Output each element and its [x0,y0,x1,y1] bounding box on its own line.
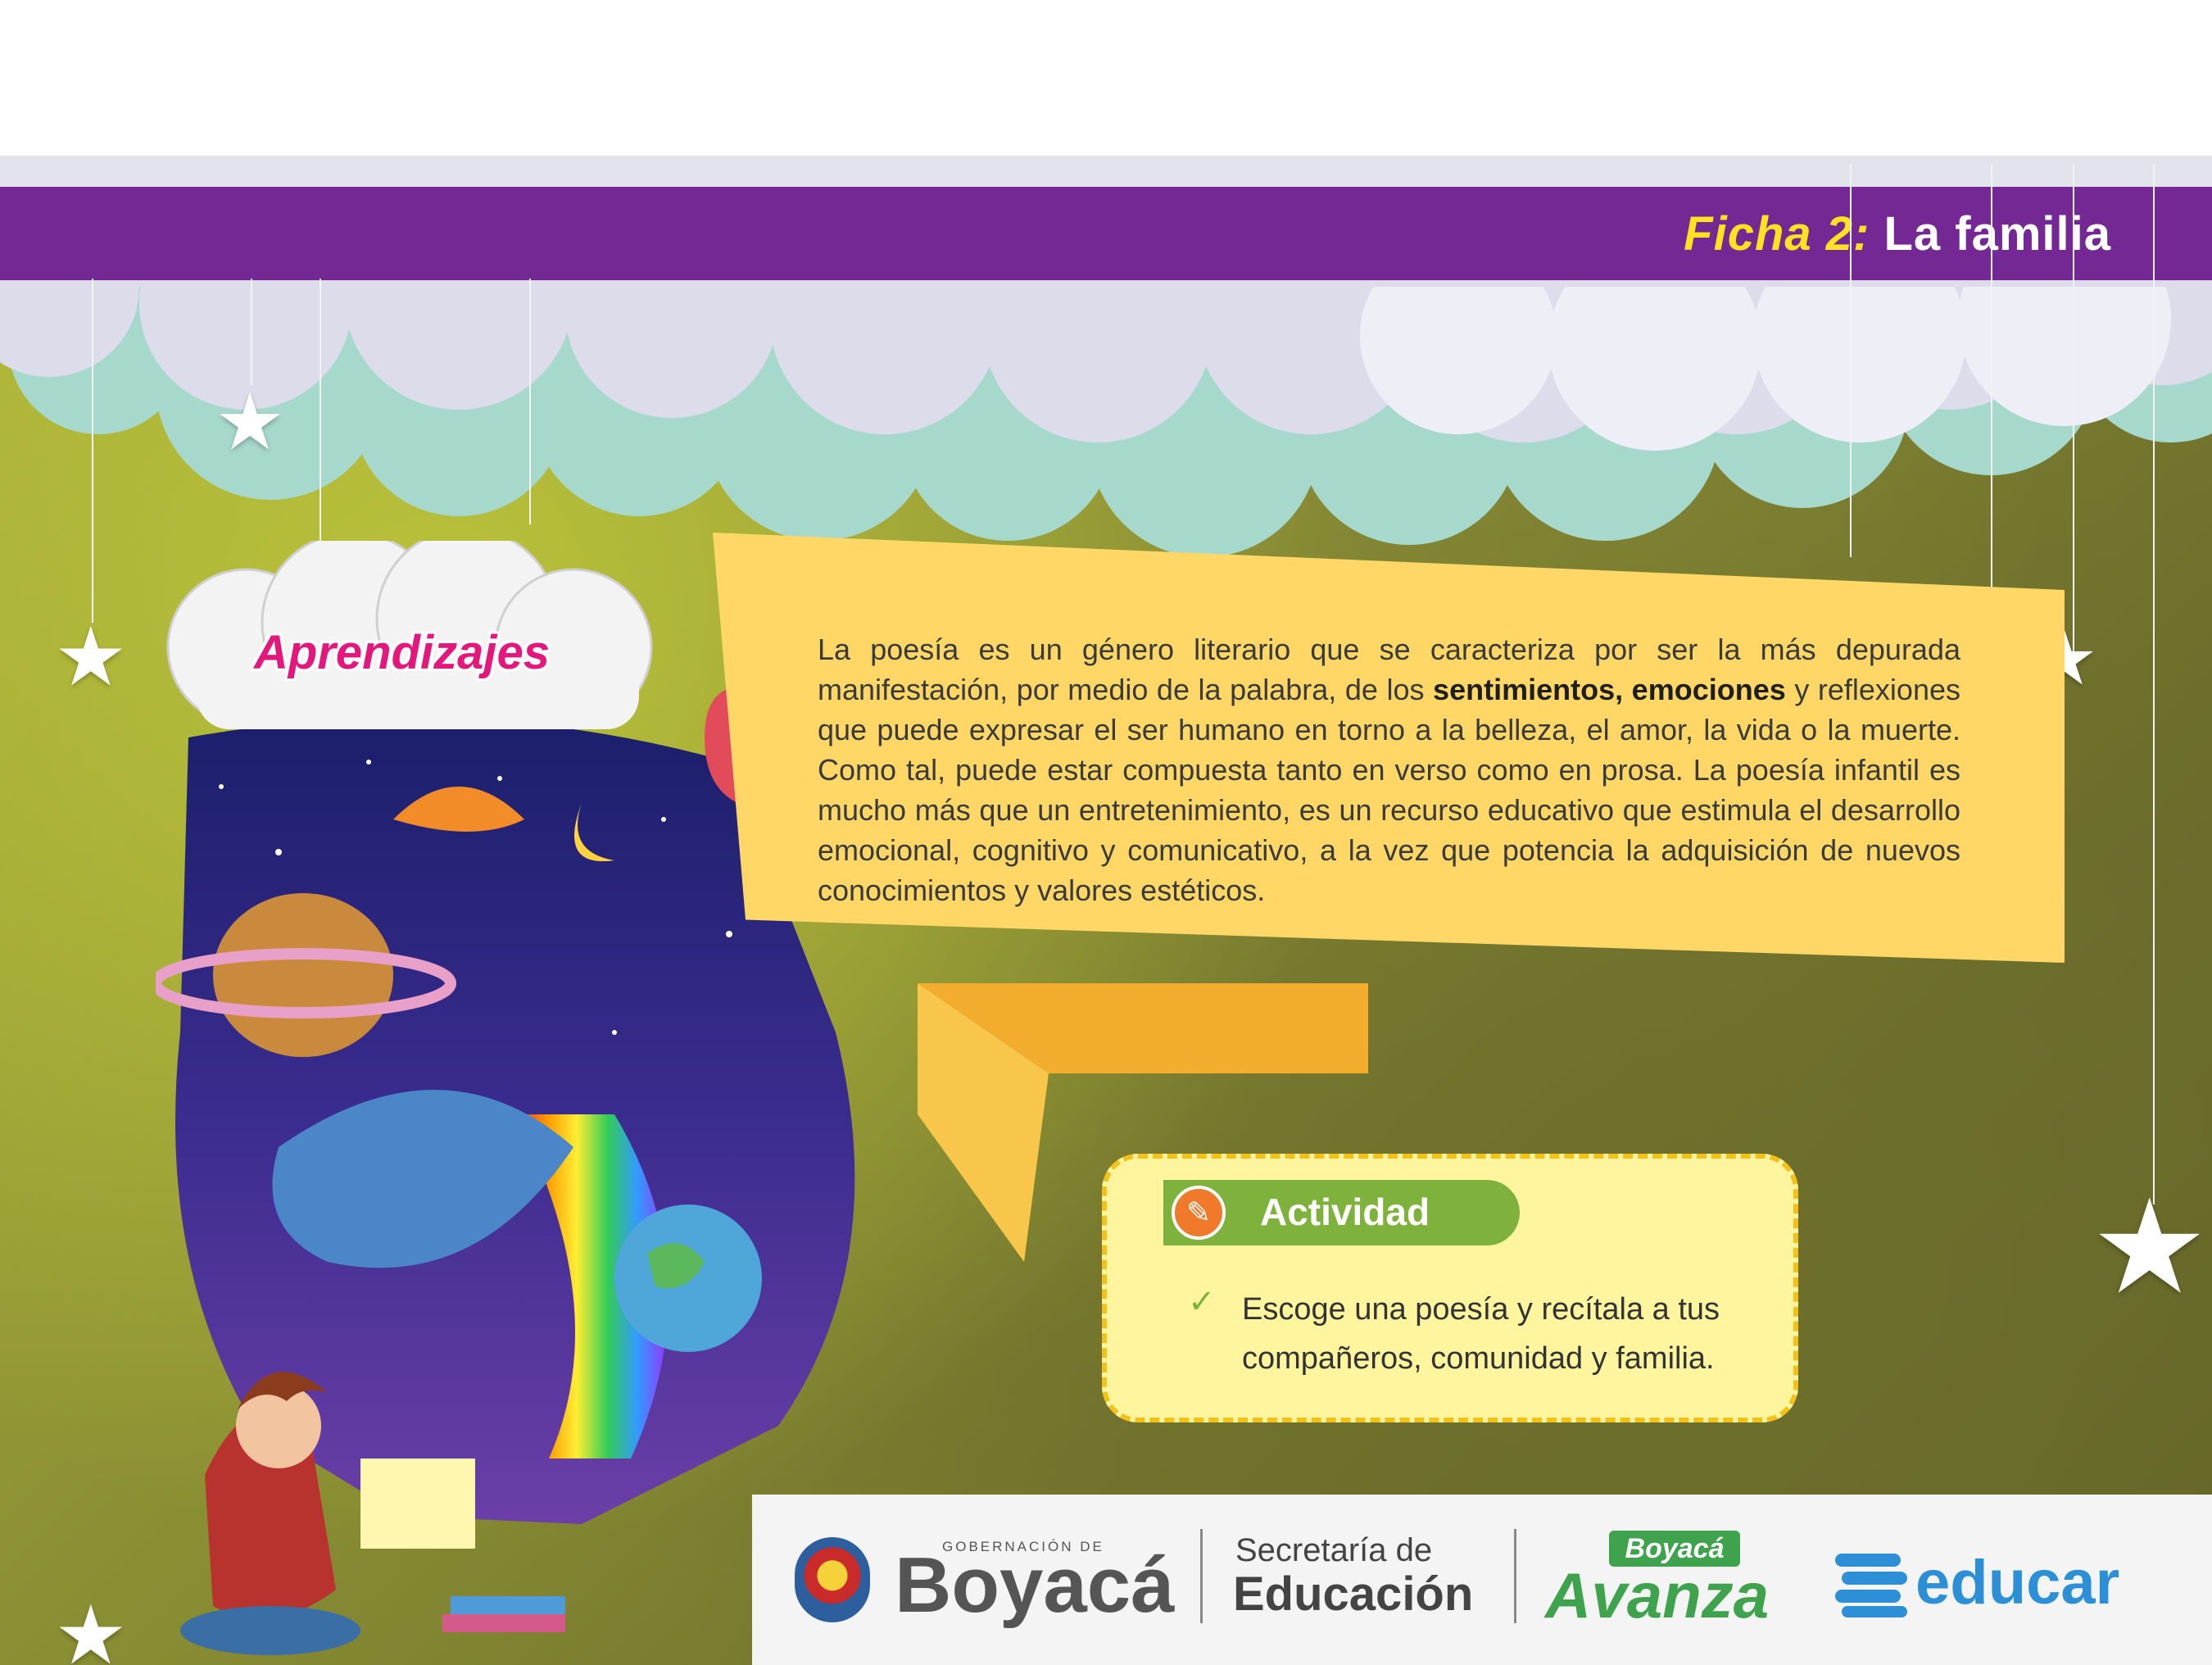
hanging-string [92,279,93,623]
info-text-bold: sentimientos, emociones [1433,673,1786,706]
actividad-title: Actividad [1260,1191,1430,1233]
hanging-string [1850,164,1852,557]
aprendizajes-title: Aprendizajes [254,626,550,679]
top-clouds [0,0,2212,188]
hanging-string [320,279,321,565]
check-icon: ✓ [1188,1284,1216,1320]
avanza-logo-text: Avanza [1545,1559,1770,1631]
star-icon: ★ [54,611,128,703]
hanging-string [2073,164,2074,656]
hanging-string [529,279,531,524]
educar-logo-icon [1835,1554,1907,1617]
star-icon: ★ [215,379,286,466]
info-paragraph: La poesía es un género literario que se … [818,629,1960,910]
actividad-item: Escoge una poesía y recítala a tus compa… [1242,1292,1720,1376]
hanging-string [251,279,252,385]
coat-of-arms-icon [795,1537,870,1622]
page: Ficha 2: La familia ★ ★ ★ ★ ★ Aprendizaj… [0,0,2212,1665]
educar-logo-text: educar [1915,1548,2120,1617]
logo-divider [1200,1529,1203,1623]
boyaca-logo-text: Boyacá [895,1541,1175,1629]
logo-divider [1514,1529,1516,1623]
ficha-title: La familia [1883,207,2111,261]
pencil-icon: ✎ [1172,1186,1226,1240]
hanging-string [1991,164,1992,590]
ficha-label: Ficha 2: [1684,207,1870,261]
star-icon: ★ [2091,1173,2209,1320]
hanging-clouds [0,270,2212,557]
star-icon: ★ [54,1590,128,1665]
secretaria-line2: Educación [1233,1567,1474,1621]
secretaria-line1: Secretaría de [1235,1532,1433,1568]
hanging-string [2153,164,2155,1205]
page-title: Ficha 2: La familia [1684,206,2111,261]
info-text-end: y reflexiones que puede expresar el ser … [818,673,1960,907]
